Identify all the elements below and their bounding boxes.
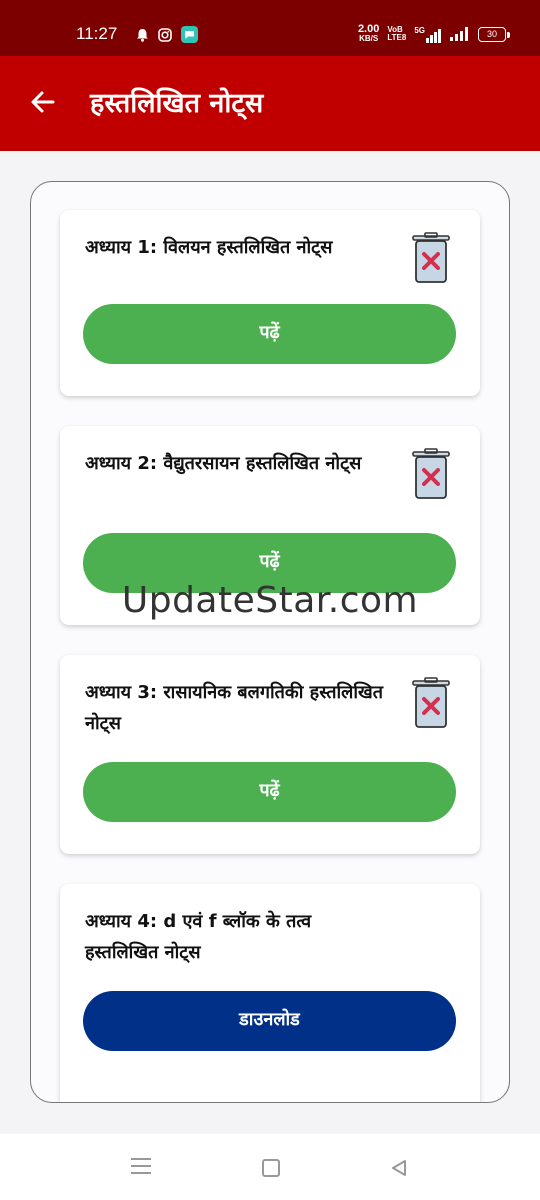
network-type: 5G — [414, 25, 425, 35]
watermark-text: UpdateStar.com — [121, 580, 419, 621]
app-bar: हस्तलिखित नोट्स — [0, 56, 540, 151]
recent-apps-icon[interactable] — [131, 1158, 151, 1176]
download-button[interactable]: डाउनलोड — [83, 991, 456, 1051]
system-nav-bar — [0, 1134, 540, 1200]
bell-icon — [137, 28, 148, 42]
network-speed-unit: KB/S — [359, 34, 379, 43]
instagram-icon — [158, 27, 172, 42]
chat-notification-icon — [181, 26, 198, 43]
status-time: 11:27 — [76, 24, 118, 43]
delete-trash-icon[interactable] — [411, 232, 451, 284]
signal-icon-2 — [450, 27, 468, 41]
network-speed-value: 2.00 — [357, 23, 380, 35]
status-bar: 11:27 2.00 KB/S VoB LTE8 5G 30 — [0, 0, 540, 56]
delete-trash-icon[interactable] — [411, 677, 451, 729]
back-arrow-icon[interactable] — [28, 87, 58, 117]
signal-icon — [426, 28, 441, 43]
page-title: हस्तलिखित नोट्स — [90, 88, 264, 119]
chapter-title: अध्याय 4: d एवं f ब्लॉक के तत्व हस्तलिखि… — [85, 911, 312, 963]
chapter-card-4: अध्याय 4: d एवं f ब्लॉक के तत्व हस्तलिखि… — [60, 884, 480, 1102]
chapter-title: अध्याय 1: विलयन हस्तलिखित नोट्स — [85, 237, 333, 258]
chapter-title: अध्याय 3: रासायनिक बलगतिकी हस्तलिखित नोट… — [85, 682, 383, 734]
chapter-card-3: अध्याय 3: रासायनिक बलगतिकी हस्तलिखित नोट… — [60, 655, 480, 854]
chapter-title: अध्याय 2: वैद्युतरसायन हस्तलिखित नोट्स — [85, 453, 362, 474]
delete-trash-icon[interactable] — [411, 448, 451, 500]
notes-list-container[interactable]: अध्याय 1: विलयन हस्तलिखित नोट्स पढ़ें अध… — [30, 181, 510, 1103]
chapter-card-1: अध्याय 1: विलयन हस्तलिखित नोट्स पढ़ें — [60, 210, 480, 396]
battery-icon: 30 — [478, 26, 510, 42]
read-button[interactable]: पढ़ें — [83, 762, 456, 822]
nav-back-icon[interactable] — [389, 1158, 409, 1178]
home-icon[interactable] — [262, 1159, 280, 1177]
read-button[interactable]: पढ़ें — [83, 304, 456, 364]
volte-sub-label: LTE8 — [387, 33, 407, 42]
